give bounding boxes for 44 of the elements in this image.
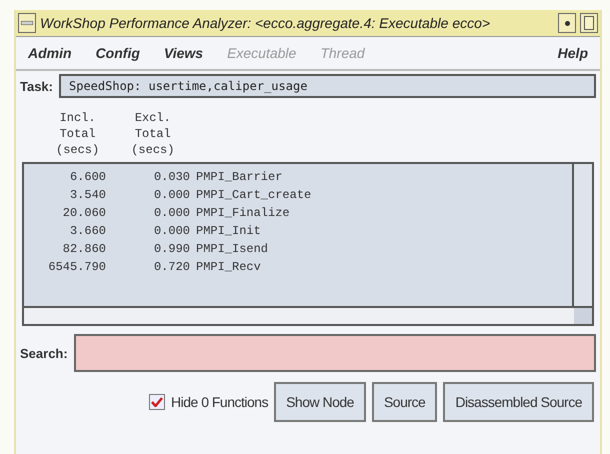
action-button[interactable]: Disassembled Source: [443, 382, 594, 422]
column-header: Incl. Total (secs): [56, 110, 100, 158]
square-icon: [584, 16, 594, 30]
minimize-button[interactable]: [558, 13, 576, 33]
table-cell-text: 6.600: [68, 169, 106, 186]
dot-icon: [564, 20, 570, 26]
table-cell-text: 3.540: [68, 187, 106, 204]
menu-item[interactable]: Help: [558, 45, 588, 61]
table-cell-text: 0.000: [152, 205, 190, 222]
maximize-button[interactable]: [580, 13, 598, 33]
table-cell-text: PMPI_Finalize: [196, 205, 290, 222]
menu-item[interactable]: Admin: [28, 45, 72, 61]
table-cell-text: PMPI_Barrier: [196, 169, 282, 186]
table-cell-text: 0.720: [152, 259, 190, 276]
check-icon: [151, 397, 164, 407]
search-label: Search:: [20, 346, 68, 360]
table-cell-text: PMPI_Isend: [196, 241, 268, 258]
table-cell-text: 0.000: [152, 223, 190, 240]
table-cell-text: PMPI_Recv: [196, 259, 261, 276]
task-label: Task:: [20, 78, 53, 94]
table-cell-text: 82.860: [62, 241, 106, 258]
window-menu-button[interactable]: [18, 13, 36, 33]
action-button[interactable]: Source: [372, 382, 438, 422]
search-field[interactable]: [74, 334, 596, 372]
horizontal-scrollbar[interactable]: [24, 306, 574, 324]
minus-icon: [21, 21, 33, 25]
table-cell-text: 20.060: [62, 205, 106, 222]
menu-item[interactable]: Views: [164, 45, 204, 61]
hide-zero-checkbox[interactable]: Hide 0 Functions: [149, 394, 268, 410]
checkbox[interactable]: [149, 394, 166, 410]
table-cell-text: 0.030: [152, 169, 190, 186]
menu-item[interactable]: Config: [96, 45, 140, 61]
checkbox-label: Hide 0 Functions: [171, 394, 268, 410]
table-cell-text: 0.000: [152, 187, 190, 204]
table-cell-text: 0.990: [152, 241, 190, 258]
column-header: Excl. Total (secs): [131, 110, 174, 158]
table-cell-text: 6545.790: [47, 259, 106, 276]
table-cell-text: PMPI_Cart_create: [196, 187, 312, 204]
table-cell-text: 3.660: [68, 223, 106, 240]
table-cell-text: PMPI_Init: [196, 223, 261, 240]
window-title: WorkShop Performance Analyzer: <ecco.aggregate.4: Executable ecco>: [40, 15, 492, 31]
action-button[interactable]: Show Node: [274, 382, 366, 422]
vertical-scrollbar[interactable]: [574, 164, 592, 306]
task-field: SpeedShop: usertime,caliper_usage: [59, 74, 596, 98]
